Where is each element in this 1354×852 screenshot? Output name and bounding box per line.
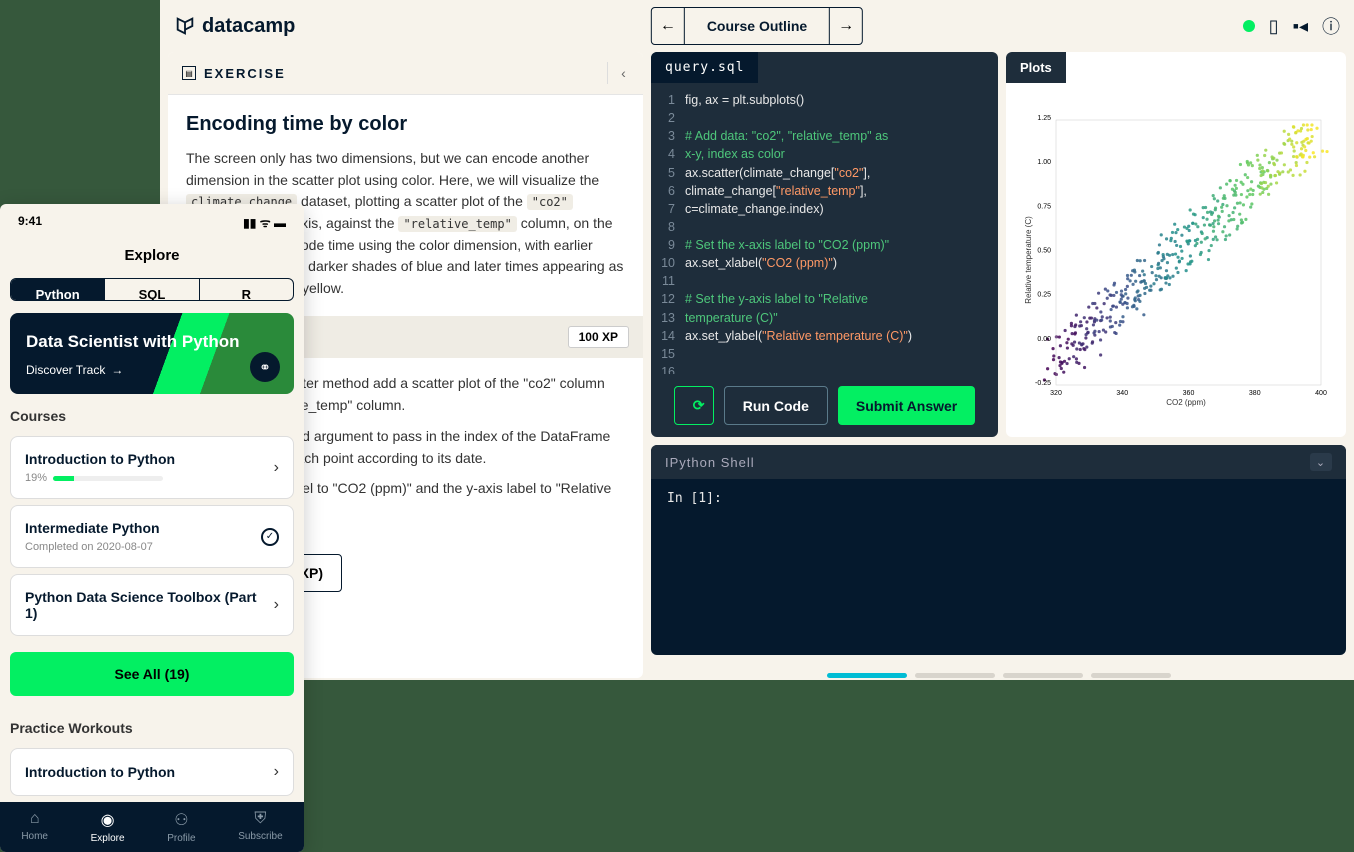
chevron-down-icon[interactable]: ⌄ [1310, 453, 1332, 471]
scatter-plot: 320 340 360 380 400 -0.25 0.00 0.25 0.50 0.75 1.0… [1021, 110, 1331, 410]
tab-sql[interactable]: SQL [104, 279, 199, 300]
svg-text:-0.25: -0.25 [1035, 380, 1051, 387]
practice-card[interactable]: Introduction to Python› [10, 748, 294, 796]
svg-text:360: 360 [1183, 390, 1195, 397]
hero-title: Data Scientist with Python [26, 331, 278, 352]
exercise-icon: ▤ [182, 66, 196, 80]
video-icon[interactable]: ▪◂ [1293, 16, 1308, 37]
plots-tab[interactable]: Plots [1006, 52, 1066, 83]
chevron-right-icon: › [274, 459, 279, 477]
svg-text:0.50: 0.50 [1037, 248, 1051, 255]
svg-text:Relative temperature (C): Relative temperature (C) [1024, 216, 1033, 304]
svg-text:340: 340 [1116, 390, 1128, 397]
svg-text:1.25: 1.25 [1037, 115, 1051, 122]
plots-panel: Plots 320 340 360 380 400 -0.25 0.00 0.25 0.50 0… [1006, 52, 1346, 437]
svg-text:1.00: 1.00 [1037, 159, 1051, 166]
python-icon: ⚭ [250, 352, 280, 382]
xp-badge: 100 XP [568, 326, 629, 348]
svg-text:320: 320 [1050, 390, 1062, 397]
collapse-icon[interactable]: ‹ [607, 62, 629, 84]
see-all-button[interactable]: See All (19) [10, 652, 294, 696]
hero-banner[interactable]: Data Scientist with Python Discover Trac… [10, 313, 294, 394]
shell-tab[interactable]: IPython Shell ⌄ [651, 445, 1346, 479]
check-icon: ✓ [261, 528, 279, 546]
status-icons: ▮▮ ᯤ ▬ [243, 214, 286, 231]
discover-track-link[interactable]: Discover Track → [26, 363, 278, 377]
nav-home[interactable]: ⌂Home [21, 810, 48, 844]
ipython-shell[interactable]: IPython Shell ⌄ In [1]: [651, 445, 1346, 655]
course-outline-button[interactable]: Course Outline [684, 8, 830, 44]
reset-button[interactable]: ⟳ [674, 386, 714, 425]
course-card[interactable]: Python Data Science Toolbox (Part 1)› [10, 574, 294, 636]
svg-text:380: 380 [1249, 390, 1261, 397]
svg-text:400: 400 [1315, 390, 1327, 397]
nav-subscribe[interactable]: ⛨Subscribe [238, 810, 282, 844]
language-tabs: PythonSQLR [10, 278, 294, 301]
tab-python[interactable]: Python [11, 279, 104, 300]
svg-text:0.25: 0.25 [1037, 292, 1051, 299]
editor-tab[interactable]: query.sql [651, 52, 758, 83]
mobile-explore-screen: 9:41 ▮▮ ᯤ ▬ Explore PythonSQLR Data Scie… [0, 204, 304, 852]
status-dot-icon [1243, 20, 1255, 32]
datacamp-logo: datacamp [174, 15, 295, 38]
device-icon[interactable]: ▯ [1269, 16, 1279, 37]
run-code-button[interactable]: Run Code [724, 386, 828, 425]
next-arrow-icon[interactable]: → [830, 8, 862, 44]
status-time: 9:41 [18, 214, 42, 231]
bottom-nav: ⌂Home ◉Explore ⚇Profile ⛨Subscribe [0, 802, 304, 852]
svg-text:0.00: 0.00 [1037, 336, 1051, 343]
mobile-title: Explore [0, 241, 304, 278]
nav-profile[interactable]: ⚇Profile [167, 810, 195, 844]
exercise-title: Encoding time by color [186, 113, 625, 136]
tab-r[interactable]: R [200, 279, 293, 300]
info-icon[interactable]: ⓘ [1322, 13, 1340, 39]
progress-indicator [651, 673, 1346, 678]
shell-prompt: In [1]: [651, 479, 1346, 518]
svg-text:0.75: 0.75 [1037, 203, 1051, 210]
chevron-right-icon: › [274, 763, 279, 781]
course-card[interactable]: Introduction to Python19% › [10, 436, 294, 499]
submit-answer-button[interactable]: Submit Answer [838, 386, 975, 425]
code-editor[interactable]: query.sql 1fig, ax = plt.subplots()23# A… [651, 52, 998, 437]
exercise-label: EXERCISE [204, 66, 286, 81]
chevron-right-icon: › [274, 596, 279, 614]
svg-text:CO2 (ppm): CO2 (ppm) [1166, 398, 1206, 407]
nav-explore[interactable]: ◉Explore [91, 810, 125, 844]
course-card[interactable]: Intermediate PythonCompleted on 2020-08-… [10, 505, 294, 568]
practice-heading: Practice Workouts [0, 706, 304, 742]
prev-arrow-icon[interactable]: ← [652, 8, 684, 44]
courses-heading: Courses [0, 394, 304, 430]
course-outline-nav: ← Course Outline → [651, 7, 863, 45]
